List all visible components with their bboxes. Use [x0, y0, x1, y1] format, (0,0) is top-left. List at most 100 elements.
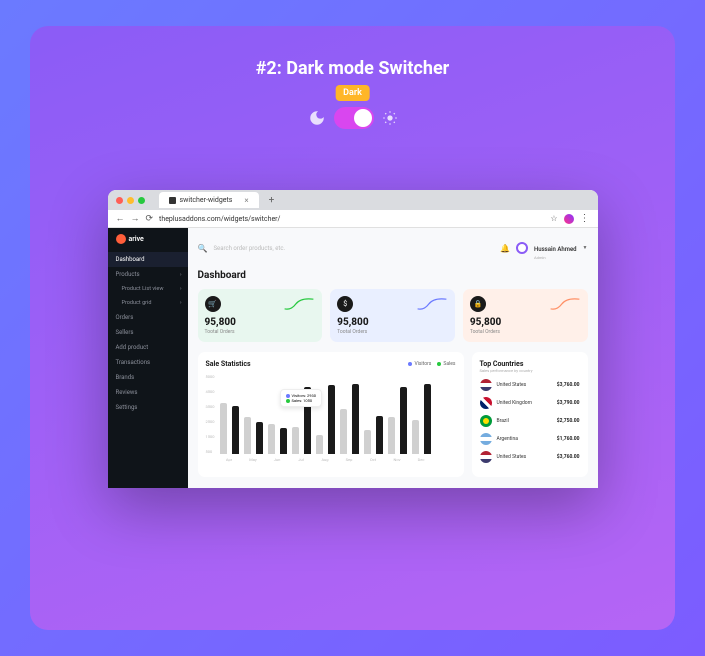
sidebar-item-transactions[interactable]: Transactions	[108, 355, 188, 370]
bar-sales[interactable]	[256, 422, 263, 454]
country-value: $1,760.00	[557, 436, 580, 442]
bar-sales[interactable]	[280, 428, 287, 454]
country-name: United Kingdom	[497, 400, 552, 406]
window-maximize-icon[interactable]	[138, 197, 145, 204]
brand-logo[interactable]: arive	[108, 234, 188, 252]
x-tick: Apr	[220, 457, 239, 462]
window-minimize-icon[interactable]	[127, 197, 134, 204]
sidebar-item-brands[interactable]: Brands	[108, 370, 188, 385]
stat-label: Tootal Orders	[470, 329, 581, 335]
stat-card[interactable]: 🔒95,800Tootal Orders	[463, 289, 588, 342]
sidebar-item-orders[interactable]: Orders	[108, 310, 188, 325]
bookmark-icon[interactable]: ☆	[550, 214, 557, 223]
stat-label: Tootal Orders	[205, 329, 316, 335]
country-row[interactable]: United States$3,760.00	[480, 451, 580, 463]
legend-visitors: Visitors	[408, 361, 431, 367]
flag-icon	[480, 397, 492, 409]
y-tick: 500	[206, 449, 215, 454]
user-name: Hussain Ahmed	[534, 246, 577, 253]
bar-visitors[interactable]	[268, 424, 275, 454]
x-tick: Oct	[364, 457, 383, 462]
y-tick: 4500	[206, 389, 215, 394]
country-row[interactable]: United States $3,760.00	[480, 379, 580, 391]
country-row[interactable]: United Kingdom$3,790.00	[480, 397, 580, 409]
bar-sales[interactable]	[328, 385, 335, 454]
theme-toggle[interactable]	[334, 107, 374, 129]
flag-icon	[480, 379, 492, 391]
user-role: Admin	[534, 255, 577, 260]
back-button[interactable]: ←	[116, 213, 125, 224]
dark-mode-switcher: Dark	[50, 107, 655, 129]
notification-icon[interactable]: 🔔	[500, 244, 510, 253]
chevron-right-icon: ›	[180, 286, 182, 292]
topbar: 🔍 Search order products, etc. 🔔 Hussain …	[198, 236, 588, 260]
window-close-icon[interactable]	[116, 197, 123, 204]
brand-name: arive	[129, 235, 144, 243]
chevron-right-icon: ›	[180, 272, 182, 278]
bar-visitors[interactable]	[340, 409, 347, 454]
stat-card[interactable]: 🛒 95,800Tootal Orders	[198, 289, 323, 342]
sidebar: arive DashboardProducts›Product List vie…	[108, 228, 188, 488]
user-info[interactable]: Hussain Ahmed Admin	[534, 236, 577, 260]
sidebar-item-product-grid[interactable]: Product grid›	[108, 296, 188, 310]
browser-window: switcher-widgets × + ← → ⟳ theplusaddons…	[108, 190, 598, 488]
browser-menu-icon[interactable]: ⋮	[580, 213, 590, 224]
stat-card[interactable]: $95,800Tootal Orders	[330, 289, 455, 342]
countries-title: Top Countries	[480, 360, 580, 368]
x-tick: Jul	[292, 457, 311, 462]
sidebar-item-reviews[interactable]: Reviews	[108, 385, 188, 400]
bar-sales[interactable]	[424, 384, 431, 454]
favicon-icon	[169, 197, 176, 204]
chart-title: Sale Statistics	[206, 360, 409, 368]
flag-icon	[480, 433, 492, 445]
countries-subtitle: Sales performance by country	[480, 368, 580, 373]
profile-avatar-icon[interactable]	[564, 214, 574, 224]
legend-sales: Sales	[437, 361, 455, 367]
flag-icon	[480, 451, 492, 463]
mode-badge: Dark	[335, 85, 370, 101]
search-input[interactable]: Search order products, etc.	[213, 245, 494, 252]
country-value: $3,760.00	[557, 382, 580, 388]
country-value: $2,750.00	[557, 418, 580, 424]
sidebar-item-sellers[interactable]: Sellers	[108, 325, 188, 340]
bar-sales[interactable]	[232, 406, 239, 454]
sidebar-item-dashboard[interactable]: Dashboard	[108, 252, 188, 267]
sidebar-item-add-product[interactable]: Add product	[108, 340, 188, 355]
new-tab-button[interactable]: +	[269, 195, 275, 206]
y-tick: 3500	[206, 404, 215, 409]
bar-sales[interactable]	[376, 416, 383, 454]
moon-icon	[308, 109, 326, 127]
bar-visitors[interactable]	[244, 417, 251, 454]
sidebar-item-product-list-view[interactable]: Product List view›	[108, 282, 188, 296]
stat-icon: 🛒	[205, 296, 221, 312]
country-name: Argentina	[497, 436, 552, 442]
chart-tooltip: Visitors: 2930 Sales: 1050	[280, 389, 322, 407]
browser-tab[interactable]: switcher-widgets ×	[159, 192, 259, 208]
forward-button[interactable]: →	[131, 213, 140, 224]
bar-visitors[interactable]	[388, 417, 395, 454]
logo-mark-icon	[116, 234, 126, 244]
flag-icon	[480, 415, 492, 427]
bar-visitors[interactable]	[412, 420, 419, 454]
user-avatar[interactable]	[516, 242, 528, 254]
reload-button[interactable]: ⟳	[146, 214, 154, 224]
country-row[interactable]: Brazil$2,750.00	[480, 415, 580, 427]
bar-visitors[interactable]	[364, 430, 371, 454]
y-tick: 2500	[206, 419, 215, 424]
country-name: United States	[497, 382, 552, 388]
tab-close-icon[interactable]: ×	[244, 196, 248, 205]
stat-value: 95,800	[205, 317, 316, 328]
country-row[interactable]: Argentina $1,760.00	[480, 433, 580, 445]
bar-visitors[interactable]	[292, 427, 299, 454]
sidebar-item-products[interactable]: Products›	[108, 267, 188, 282]
bar-visitors[interactable]	[220, 403, 227, 454]
bar-sales[interactable]	[400, 387, 407, 454]
url-field[interactable]: theplusaddons.com/widgets/switcher/	[159, 215, 544, 223]
bar-visitors[interactable]	[316, 435, 323, 454]
y-tick: 5000	[206, 374, 215, 379]
bar-chart: 50004500350025001500500 Visitors: 2930 S…	[206, 374, 456, 469]
sidebar-item-settings[interactable]: Settings	[108, 400, 188, 415]
stat-label: Tootal Orders	[337, 329, 448, 335]
bar-sales[interactable]	[352, 384, 359, 454]
toggle-knob	[354, 109, 372, 127]
